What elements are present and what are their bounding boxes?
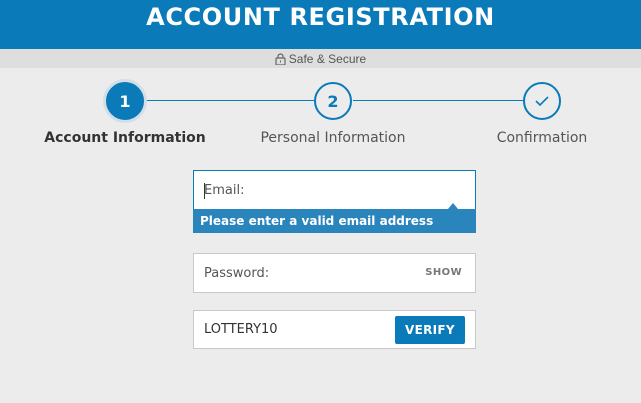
email-error-message: Please enter a valid email address [193, 209, 476, 233]
step-1-number: 1 [119, 91, 131, 111]
verify-button[interactable]: VERIFY [395, 316, 465, 344]
promo-code-value[interactable]: LOTTERY10 [204, 322, 278, 337]
security-label: Safe & Secure [288, 51, 367, 66]
security-notice: Safe & Secure [0, 49, 641, 68]
step-connector-2 [353, 100, 523, 101]
step-1-indicator[interactable]: 1 [106, 82, 144, 120]
step-2-indicator[interactable]: 2 [314, 82, 352, 120]
step-2-number: 2 [327, 91, 339, 111]
text-caret [204, 183, 205, 199]
step-3-label: Confirmation [496, 130, 588, 146]
step-connector-1 [146, 100, 314, 101]
email-input[interactable] [194, 171, 475, 210]
password-field[interactable]: SHOW [193, 253, 476, 293]
checkmark-icon [535, 96, 549, 107]
email-field[interactable] [193, 170, 476, 210]
lock-icon [275, 52, 286, 65]
step-3-indicator[interactable] [523, 82, 561, 120]
show-password-button[interactable]: SHOW [425, 267, 462, 278]
promo-code-field[interactable]: LOTTERY10 VERIFY [193, 310, 476, 349]
step-2-label: Personal Information [260, 130, 406, 146]
step-1-label: Account Information [44, 130, 206, 146]
page-title: ACCOUNT REGISTRATION [146, 3, 495, 31]
page-header: ACCOUNT REGISTRATION [0, 0, 641, 49]
